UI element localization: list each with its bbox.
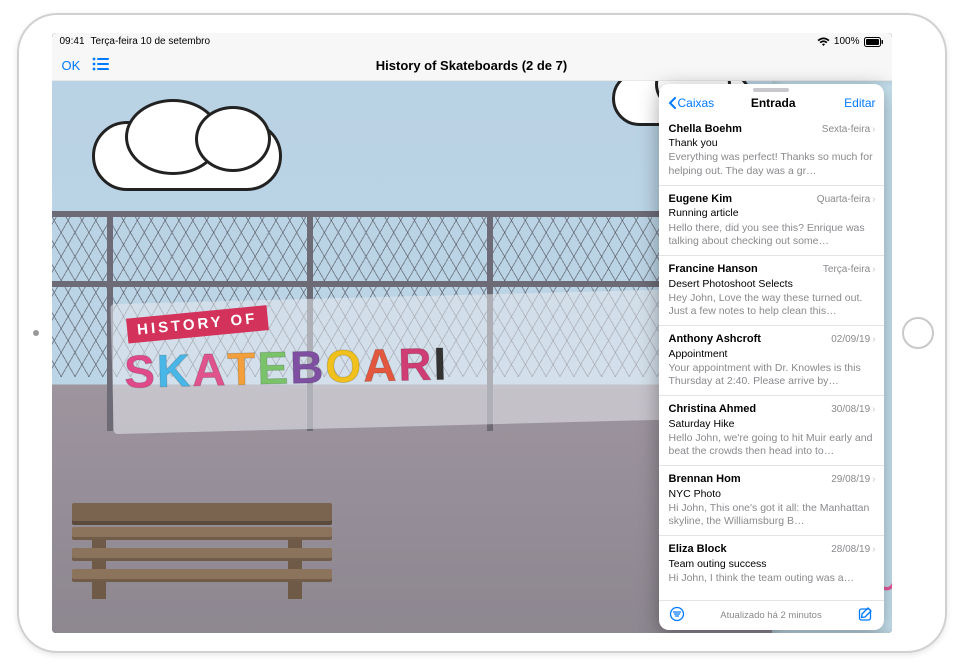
- chevron-right-icon: ›: [872, 404, 875, 417]
- content-area: HISTORY OF S K A T E B O A R I: [52, 81, 892, 633]
- chevron-right-icon: ›: [872, 124, 875, 137]
- screen: 09:41 Terça-feira 10 de setembro 100% OK: [52, 33, 892, 633]
- mail-item[interactable]: Anthony Ashcroft 02/09/19›AppointmentYour…: [659, 325, 884, 395]
- mail-subject: Running article: [669, 207, 876, 220]
- mail-sender: Anthony Ashcroft: [669, 333, 761, 347]
- chevron-right-icon: ›: [872, 194, 875, 207]
- mail-item[interactable]: Brennan Hom 29/08/19›NYC PhotoHi John, Th…: [659, 465, 884, 535]
- mail-sender: Chella Boehm: [669, 123, 742, 137]
- mail-date: Terça-feira›: [823, 264, 876, 277]
- mail-item[interactable]: Eliza Block 28/08/19›Team outing successH…: [659, 535, 884, 592]
- mail-subject: NYC Photo: [669, 488, 876, 501]
- mail-date: 02/09/19›: [831, 334, 875, 347]
- mail-item[interactable]: Eugene Kim Quarta-feira›Running article He…: [659, 185, 884, 255]
- chevron-right-icon: ›: [872, 264, 875, 277]
- letter: T: [226, 341, 256, 396]
- letter: A: [191, 342, 226, 397]
- status-date: Terça-feira 10 de setembro: [91, 36, 211, 47]
- edit-button[interactable]: Editar: [844, 96, 875, 110]
- mail-sender: Eliza Block: [669, 543, 727, 557]
- letter: I: [432, 336, 447, 390]
- mail-date: 29/08/19›: [831, 474, 875, 487]
- app-nav-bar: OK History of Skateboards (2 de 7): [52, 51, 892, 81]
- mail-item[interactable]: Christina Ahmed 30/08/19›Saturday HikeHel…: [659, 395, 884, 465]
- filter-icon[interactable]: [669, 606, 685, 625]
- mail-subject: Desert Photoshoot Selects: [669, 278, 876, 291]
- mail-subject: Saturday Hike: [669, 418, 876, 431]
- status-time: 09:41: [60, 36, 85, 47]
- mail-subject: Appointment: [669, 348, 876, 361]
- mail-preview: Everything was perfect! Thanks so much f…: [669, 151, 876, 177]
- chevron-right-icon: ›: [872, 334, 875, 347]
- list-icon[interactable]: [92, 57, 110, 74]
- mail-date: Sexta-feira›: [822, 124, 876, 137]
- mail-sender: Eugene Kim: [669, 193, 733, 207]
- page-title: History of Skateboards (2 de 7): [376, 58, 567, 73]
- letter: R: [397, 336, 432, 391]
- mail-subject: Team outing success: [669, 558, 876, 571]
- mail-title: Entrada: [702, 96, 844, 110]
- mail-nav-bar: Caixas Entrada Editar: [659, 94, 884, 116]
- mail-list[interactable]: Chella Boehm Sexta-feira›Thank youEveryth…: [659, 116, 884, 600]
- mail-date: 30/08/19›: [831, 404, 875, 417]
- letter: E: [256, 340, 288, 395]
- mail-preview: Hey John, Love the way these turned out.…: [669, 292, 876, 318]
- bench-art: [72, 503, 332, 593]
- letter: B: [289, 339, 324, 394]
- home-button[interactable]: [902, 317, 934, 349]
- cloud-illustration: [92, 121, 282, 191]
- mail-preview: Hello there, did you see this? Enrique w…: [669, 222, 876, 248]
- updated-status: Atualizado há 2 minutos: [685, 610, 858, 621]
- battery-percent: 100%: [834, 36, 860, 47]
- chevron-right-icon: ›: [872, 544, 875, 557]
- drag-handle[interactable]: [753, 88, 789, 92]
- mail-preview: Hi John, This one's got it all: the Manh…: [669, 502, 876, 528]
- mail-sender: Francine Hanson: [669, 263, 758, 277]
- mail-slideover-panel[interactable]: Caixas Entrada Editar Chella Boehm Sexta-…: [659, 84, 884, 630]
- chevron-right-icon: ›: [872, 474, 875, 487]
- mail-toolbar: Atualizado há 2 minutos: [659, 600, 884, 630]
- compose-icon[interactable]: [858, 606, 874, 625]
- letter: O: [324, 338, 361, 393]
- ok-button[interactable]: OK: [62, 58, 81, 73]
- letter: S: [123, 344, 155, 399]
- mail-sender: Brennan Hom: [669, 473, 741, 487]
- mail-item[interactable]: Chella Boehm Sexta-feira›Thank youEveryth…: [659, 116, 884, 185]
- mail-preview: Your appointment with Dr. Knowles is thi…: [669, 362, 876, 388]
- ipad-frame: 09:41 Terça-feira 10 de setembro 100% OK: [17, 13, 947, 653]
- title-banner: HISTORY OF S K A T E B O A R I: [110, 287, 733, 433]
- mail-item[interactable]: Francine Hanson Terça-feira›Desert Photos…: [659, 255, 884, 325]
- mail-sender: Christina Ahmed: [669, 403, 757, 417]
- letter: K: [156, 343, 191, 398]
- wifi-icon: [817, 37, 830, 47]
- battery-icon: [864, 37, 884, 47]
- letter: A: [362, 337, 397, 392]
- mail-date: Quarta-feira›: [817, 194, 876, 207]
- mail-preview: Hi John, I think the team outing was a…: [669, 572, 876, 585]
- status-bar: 09:41 Terça-feira 10 de setembro 100%: [52, 33, 892, 51]
- mail-preview: Hello John, we're going to hit Muir earl…: [669, 432, 876, 458]
- mail-date: 28/08/19›: [831, 544, 875, 557]
- mail-subject: Thank you: [669, 137, 876, 150]
